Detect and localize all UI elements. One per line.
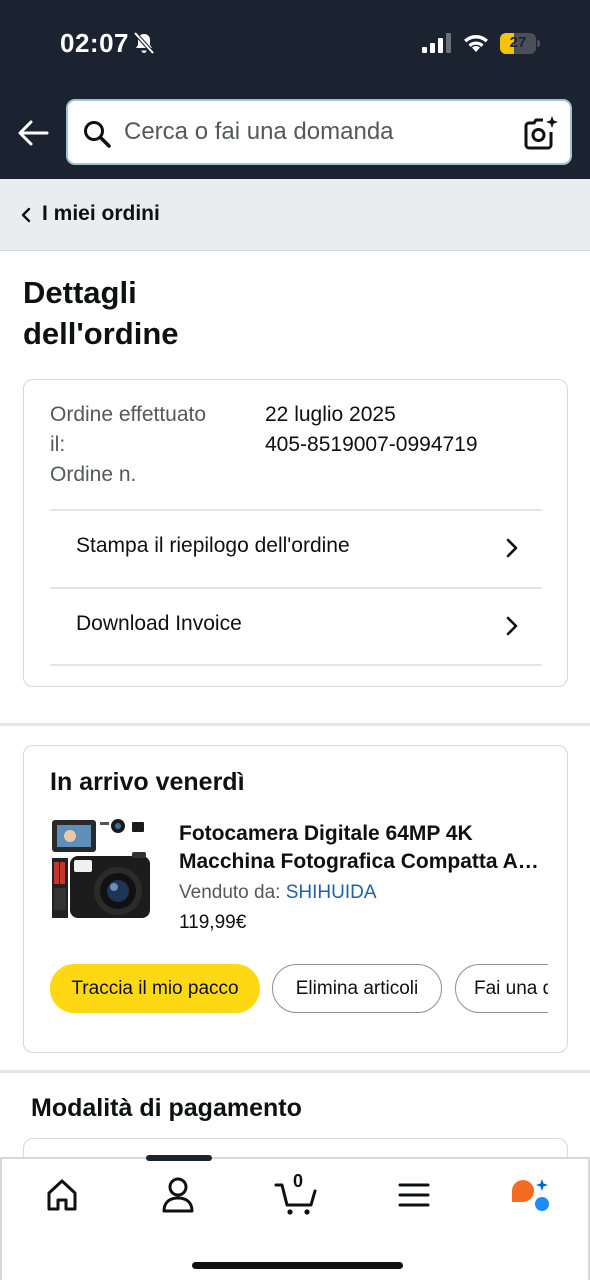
cart-button[interactable]: 0 bbox=[274, 1171, 322, 1215]
menu-icon[interactable] bbox=[390, 1175, 438, 1215]
seller-link[interactable]: SHIHUIDA bbox=[286, 882, 377, 903]
cart-count: 0 bbox=[292, 1171, 303, 1191]
battery-level: 27 bbox=[509, 34, 527, 51]
bottom-navigation: 0 bbox=[0, 1155, 590, 1280]
order-placed-label-line1: Ordine effettuato bbox=[50, 403, 207, 426]
status-time: 02:07 bbox=[60, 28, 129, 58]
download-invoice-row[interactable]: Download Invoice bbox=[50, 587, 542, 665]
page-title: Dettagli dell'ordine bbox=[23, 272, 283, 354]
sold-by: Venduto da: SHIHUIDA bbox=[179, 882, 377, 904]
scroll-handle bbox=[146, 1155, 212, 1161]
remove-items-button[interactable]: Elimina articoli bbox=[272, 964, 442, 1013]
shipment-title: In arrivo venerdì bbox=[50, 768, 245, 796]
home-indicator bbox=[192, 1262, 403, 1269]
print-summary-label: Stampa il riepilogo dell'ordine bbox=[76, 534, 350, 557]
order-number-value: 405-8519007-0994719 bbox=[265, 433, 478, 456]
page-title-line2: dell'ordine bbox=[23, 316, 179, 351]
wifi-icon bbox=[464, 35, 488, 52]
back-arrow-icon[interactable] bbox=[16, 116, 50, 150]
order-number-label: Ordine n. bbox=[50, 463, 137, 486]
breadcrumb-label[interactable]: I miei ordini bbox=[42, 202, 160, 226]
shipment-card: In arrivo venerdì Fotocamera Digitale 64… bbox=[23, 745, 568, 1053]
account-icon[interactable] bbox=[154, 1175, 202, 1215]
chevron-left-icon bbox=[21, 207, 31, 223]
print-summary-row[interactable]: Stampa il riepilogo dell'ordine bbox=[50, 509, 542, 587]
product-image[interactable] bbox=[48, 818, 156, 928]
bell-muted-icon bbox=[133, 31, 155, 55]
ask-question-button[interactable]: Fai una domanda bbox=[455, 964, 548, 1013]
home-icon[interactable] bbox=[38, 1175, 86, 1215]
order-info-values: 22 luglio 2025 405-8519007-0994719 bbox=[265, 400, 478, 460]
rufus-assistant-icon[interactable] bbox=[508, 1175, 556, 1215]
payment-method-title: Modalità di pagamento bbox=[31, 1094, 302, 1122]
app-header: 02:07 27 bbox=[0, 0, 590, 179]
search-bar[interactable] bbox=[66, 99, 572, 165]
order-placed-label-line2: il: bbox=[50, 433, 66, 456]
sold-by-label: Venduto da: bbox=[179, 882, 286, 903]
search-input[interactable] bbox=[124, 101, 504, 163]
section-divider bbox=[0, 723, 590, 726]
download-invoice-label: Download Invoice bbox=[76, 612, 242, 635]
chevron-right-icon bbox=[506, 538, 518, 558]
search-icon bbox=[84, 121, 111, 148]
product-price: 119,99€ bbox=[179, 912, 247, 933]
track-package-button[interactable]: Traccia il mio pacco bbox=[50, 964, 260, 1013]
order-placed-value: 22 luglio 2025 bbox=[265, 403, 396, 426]
battery-indicator: 27 bbox=[500, 33, 540, 54]
page-title-line1: Dettagli bbox=[23, 275, 137, 310]
breadcrumb[interactable]: I miei ordini bbox=[0, 179, 590, 251]
camera-search-icon[interactable] bbox=[522, 114, 560, 152]
shipment-actions: Traccia il mio pacco Elimina articoli Fa… bbox=[50, 964, 548, 1014]
order-info-card: Ordine effettuato il: Ordine n. 22 lugli… bbox=[23, 379, 568, 687]
product-title-line2[interactable]: Macchina Fotografica Compatta Autofocus bbox=[179, 848, 549, 876]
divider bbox=[50, 664, 542, 666]
order-info-labels: Ordine effettuato il: Ordine n. bbox=[50, 400, 240, 490]
section-divider bbox=[0, 1070, 590, 1073]
chevron-right-icon bbox=[506, 616, 518, 636]
product-title-line1[interactable]: Fotocamera Digitale 64MP 4K bbox=[179, 820, 549, 848]
cellular-signal-icon bbox=[422, 33, 451, 53]
